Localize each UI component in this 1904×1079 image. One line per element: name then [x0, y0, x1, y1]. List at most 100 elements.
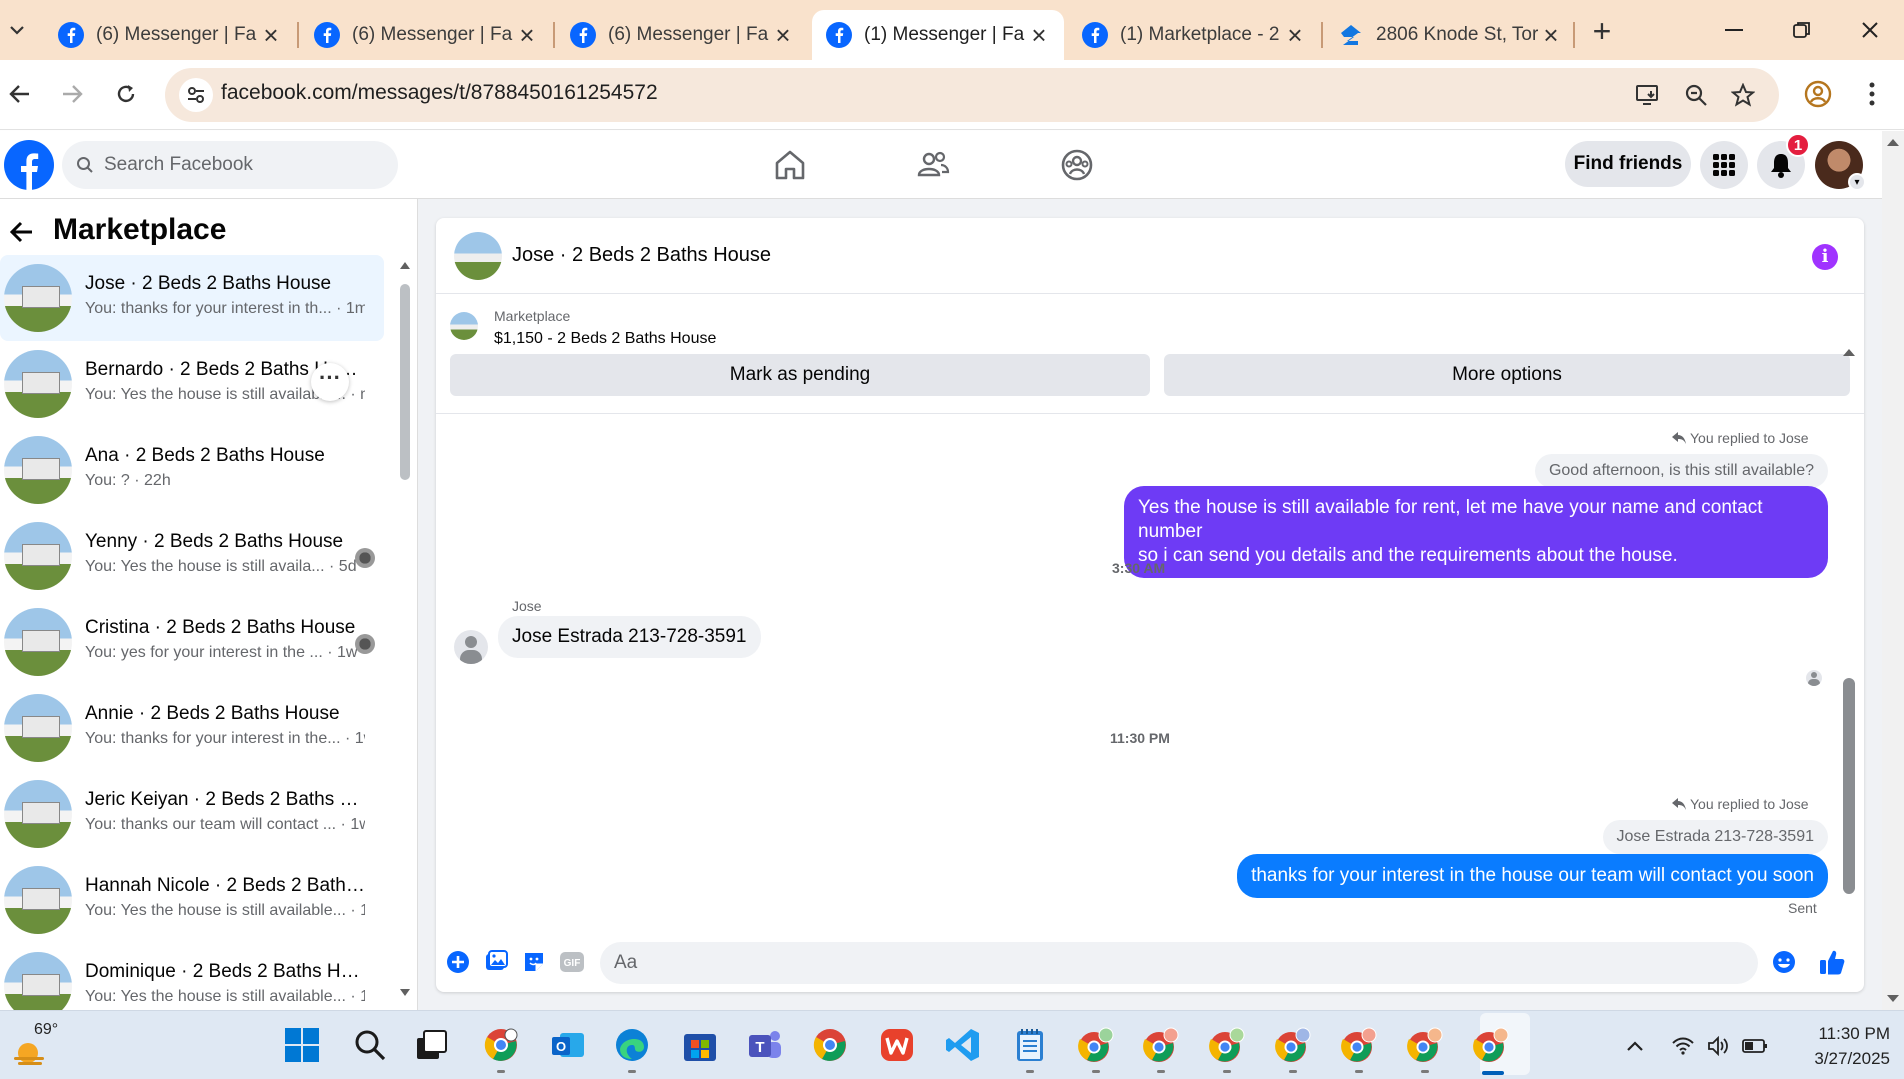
info-icon[interactable]: i: [1812, 244, 1838, 270]
conversation-item[interactable]: Yenny · 2 Beds 2 Baths House You: Yes th…: [0, 513, 384, 599]
wps-office-icon[interactable]: [877, 1025, 917, 1065]
chrome-profile-icon[interactable]: [1141, 1025, 1181, 1065]
chrome-profile-icon[interactable]: [1405, 1025, 1445, 1065]
back-arrow-icon[interactable]: [9, 217, 34, 251]
tab-close-icon[interactable]: ×: [1284, 20, 1306, 50]
forward-button[interactable]: [52, 74, 92, 114]
conversation-item[interactable]: Annie · 2 Beds 2 Baths House You: thanks…: [0, 685, 384, 771]
tab-close-icon[interactable]: ×: [772, 20, 794, 50]
chrome-profile-icon[interactable]: [481, 1025, 521, 1065]
facebook-search-input[interactable]: Search Facebook: [62, 141, 398, 189]
conversation-item[interactable]: Dominique · 2 Beds 2 Baths Ho... You: Ye…: [0, 943, 384, 1010]
home-icon[interactable]: [772, 147, 808, 183]
tab-search-dropdown[interactable]: [2, 14, 32, 46]
groups-icon[interactable]: [1059, 147, 1095, 183]
tab-close-icon[interactable]: ×: [516, 20, 538, 50]
page-scrollbar[interactable]: [1882, 131, 1904, 1010]
site-info-icon[interactable]: [179, 78, 213, 112]
menu-grid-button[interactable]: [1700, 141, 1748, 189]
weather-widget[interactable]: 69°: [12, 1021, 72, 1071]
conversation-item[interactable]: Ana · 2 Beds 2 Baths House You: ? · 22h: [0, 427, 384, 513]
system-clock[interactable]: 11:30 PM 3/27/2025: [1780, 1021, 1890, 1071]
conversation-item[interactable]: Hannah Nicole · 2 Beds 2 Baths ... You: …: [0, 857, 384, 943]
teams-icon[interactable]: T: [745, 1025, 785, 1065]
friends-icon[interactable]: [915, 147, 951, 183]
conversation-item[interactable]: Bernardo · 2 Beds 2 Baths House You: Yes…: [0, 341, 384, 427]
address-bar[interactable]: facebook.com/messages/t/8788450161254572: [165, 68, 1779, 122]
restore-button[interactable]: [1772, 12, 1832, 48]
new-tab-button[interactable]: +: [1584, 14, 1620, 50]
browser-tab[interactable]: 2806 Knode St, Tor ×: [1324, 10, 1576, 60]
edge-icon[interactable]: [612, 1025, 652, 1065]
outlook-icon[interactable]: O: [548, 1025, 588, 1065]
back-button[interactable]: [0, 74, 40, 114]
listing-price-title[interactable]: $1,150 - 2 Beds 2 Baths House: [494, 330, 716, 348]
chrome-profile-icon[interactable]: [1076, 1025, 1116, 1065]
mark-as-pending-button[interactable]: Mark as pending: [450, 354, 1150, 396]
contact-avatar[interactable]: [454, 630, 488, 664]
browser-menu-icon[interactable]: [1852, 74, 1892, 114]
thumbs-up-icon[interactable]: [1818, 948, 1846, 976]
sticker-icon[interactable]: [520, 948, 548, 976]
quoted-message[interactable]: Good afternoon, is this still available?: [1534, 454, 1828, 488]
volume-icon[interactable]: [1706, 1035, 1732, 1057]
tab-close-icon[interactable]: ×: [1028, 20, 1050, 50]
plus-circle-icon[interactable]: [444, 948, 472, 976]
conversation-snippet: You: Yes the house is still availa... · …: [85, 558, 357, 575]
vscode-icon[interactable]: [943, 1025, 983, 1065]
chrome-profile-icon-active[interactable]: [1471, 1025, 1511, 1065]
browser-tab[interactable]: (6) Messenger | Fa ×: [44, 10, 296, 60]
conversation-options-button[interactable]: ···: [311, 363, 349, 401]
facebook-logo-icon[interactable]: [4, 140, 54, 190]
message-input[interactable]: Aa: [600, 942, 1758, 984]
chevron-up-icon[interactable]: [1622, 1035, 1648, 1057]
photo-icon[interactable]: [482, 948, 510, 976]
outgoing-message[interactable]: thanks for your interest in the house ou…: [1237, 854, 1828, 898]
listing-thumbnail[interactable]: [450, 312, 478, 340]
chrome-profile-icon[interactable]: [1273, 1025, 1313, 1065]
more-options-button[interactable]: More options: [1164, 354, 1850, 396]
quoted-message[interactable]: Jose Estrada 213-728-3591: [1602, 820, 1828, 854]
zoom-icon[interactable]: [1681, 80, 1711, 110]
listing-thumbnail: [4, 952, 72, 1010]
search-icon[interactable]: [350, 1025, 390, 1065]
browser-toolbar: facebook.com/messages/t/8788450161254572: [0, 60, 1904, 130]
chrome-profile-icon[interactable]: [1339, 1025, 1379, 1065]
gif-button[interactable]: GIF: [558, 948, 586, 976]
install-app-icon[interactable]: [1633, 80, 1663, 110]
bookmark-star-icon[interactable]: [1728, 80, 1758, 110]
chat-title[interactable]: Jose · 2 Beds 2 Baths House: [512, 244, 771, 267]
chevron-down-icon[interactable]: ▾: [1848, 173, 1866, 191]
emoji-icon[interactable]: [1770, 948, 1798, 976]
task-view-icon[interactable]: [412, 1025, 452, 1065]
outgoing-message[interactable]: Yes the house is still available for ren…: [1124, 486, 1828, 578]
incoming-message[interactable]: Jose Estrada 213-728-3591: [498, 616, 761, 658]
browser-tab-active[interactable]: (1) Messenger | Fa ×: [812, 10, 1064, 60]
conversation-item[interactable]: Cristina · 2 Beds 2 Baths House You: yes…: [0, 599, 384, 685]
windows-start-icon[interactable]: [282, 1025, 322, 1065]
reload-button[interactable]: [106, 74, 146, 114]
minimize-button[interactable]: [1704, 12, 1764, 48]
browser-tab[interactable]: (6) Messenger | Fa ×: [556, 10, 808, 60]
conversation-item[interactable]: Jose · 2 Beds 2 Baths House You: thanks …: [0, 255, 384, 341]
find-friends-button[interactable]: Find friends: [1565, 141, 1691, 187]
chrome-icon[interactable]: [810, 1025, 850, 1065]
gif-label: GIF: [564, 958, 581, 969]
sidebar-scroll-thumb[interactable]: [400, 284, 410, 480]
conversation-snippet: You: Yes the house is still available...…: [85, 988, 365, 1005]
chat-listing-avatar[interactable]: [454, 232, 502, 280]
tab-close-icon[interactable]: ×: [260, 20, 282, 50]
chat-scroll-thumb[interactable]: [1843, 678, 1855, 894]
wifi-icon[interactable]: [1670, 1035, 1696, 1057]
conversation-item[interactable]: Jeric Keiyan · 2 Beds 2 Baths Ho... You:…: [0, 771, 384, 857]
battery-icon[interactable]: [1742, 1035, 1768, 1057]
notepad-icon[interactable]: [1010, 1025, 1050, 1065]
chrome-profile-icon[interactable]: [1207, 1025, 1247, 1065]
browser-tab[interactable]: (6) Messenger | Fa ×: [300, 10, 552, 60]
tab-close-icon[interactable]: ×: [1540, 20, 1562, 50]
facebook-favicon-icon: [314, 22, 340, 48]
microsoft-store-icon[interactable]: [680, 1025, 720, 1065]
close-window-button[interactable]: [1840, 12, 1900, 48]
browser-tab[interactable]: (1) Marketplace - 2 ×: [1068, 10, 1320, 60]
profile-icon[interactable]: [1798, 74, 1838, 114]
